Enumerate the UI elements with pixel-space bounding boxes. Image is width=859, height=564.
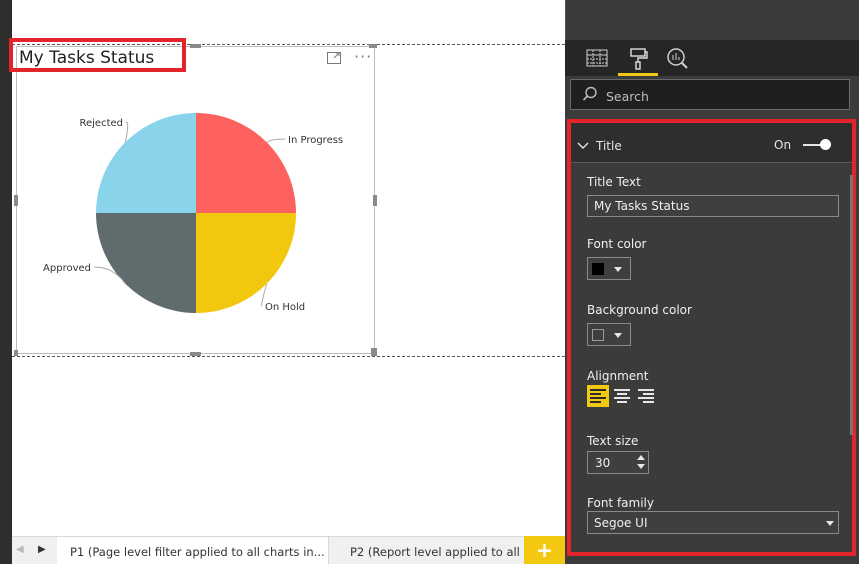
analytics-icon[interactable] — [658, 46, 698, 76]
pie-slice-approved[interactable] — [96, 213, 196, 313]
background-color-swatch — [592, 329, 604, 341]
search-input[interactable] — [606, 87, 836, 105]
chevron-down-icon — [826, 521, 834, 526]
pie-slice-on-hold[interactable] — [196, 213, 296, 313]
text-size-label: Text size — [587, 434, 639, 448]
search-icon — [582, 86, 598, 106]
pane-icon-bar — [565, 40, 859, 76]
page-tab-p2-label: P2 (Report level applied to all pa — [350, 545, 536, 559]
canvas-bottom-boundary — [12, 356, 565, 357]
chevron-down-icon — [614, 333, 622, 338]
leader-line — [124, 121, 129, 143]
pane-scrollbar[interactable] — [850, 175, 853, 435]
section-title: Title — [596, 139, 622, 153]
pie-label-rejected: Rejected — [79, 118, 123, 129]
align-left-button[interactable] — [587, 385, 609, 407]
pie-chart: In Progress On Hold Approved Rejected — [43, 113, 343, 313]
chevron-down-icon[interactable] — [577, 136, 589, 155]
toggle-knob — [820, 139, 831, 150]
toggle-label: On — [774, 138, 792, 152]
page-tab-p1-label: P1 (Page level filter applied to all cha… — [70, 545, 325, 559]
page-tab-p2[interactable]: P2 (Report level applied to all pa — [329, 537, 536, 564]
page-tab-bar: ◀ ▶ P1 (Page level filter applied to all… — [12, 536, 565, 564]
search-box[interactable] — [570, 79, 850, 110]
left-edge-strip — [0, 0, 12, 564]
tab-scroll-right-icon[interactable]: ▶ — [38, 544, 46, 555]
pie-label-approved: Approved — [43, 263, 91, 274]
pie-label-in-progress: In Progress — [288, 135, 343, 146]
align-right-button[interactable] — [635, 385, 657, 407]
font-color-picker[interactable] — [587, 257, 631, 280]
background-color-picker[interactable] — [587, 323, 631, 346]
pane-header-area — [565, 0, 859, 40]
text-size-value: 30 — [595, 456, 611, 470]
title-text-label: Title Text — [587, 175, 641, 189]
page-tab-p1[interactable]: P1 (Page level filter applied to all cha… — [57, 537, 329, 564]
title-text-field[interactable]: My Tasks Status — [587, 195, 839, 217]
step-up-icon[interactable] — [637, 455, 645, 460]
align-center-button[interactable] — [611, 385, 633, 407]
background-color-label: Background color — [587, 303, 692, 317]
pie-slice-in-progress[interactable] — [196, 113, 296, 213]
alignment-label: Alignment — [587, 369, 649, 383]
leader-line — [266, 138, 286, 143]
font-family-value: Segoe UI — [594, 516, 648, 530]
title-format-card: Title On Title Text My Tasks Status Font… — [567, 119, 856, 556]
step-down-icon[interactable] — [637, 464, 645, 469]
font-family-select[interactable]: Segoe UI — [587, 511, 839, 534]
title-toggle[interactable] — [803, 138, 833, 152]
format-paint-icon[interactable] — [618, 46, 658, 76]
font-color-label: Font color — [587, 237, 647, 251]
pie-label-on-hold: On Hold — [265, 302, 305, 313]
tab-scroll-left-icon[interactable]: ◀ — [16, 544, 24, 555]
add-page-button[interactable]: + — [524, 536, 565, 564]
chevron-down-icon — [614, 267, 622, 272]
font-family-label: Font family — [587, 496, 654, 510]
text-size-stepper[interactable]: 30 — [587, 451, 649, 474]
font-color-swatch — [592, 263, 604, 275]
fields-icon[interactable] — [577, 46, 617, 76]
title-section-header[interactable]: Title On — [571, 123, 852, 163]
